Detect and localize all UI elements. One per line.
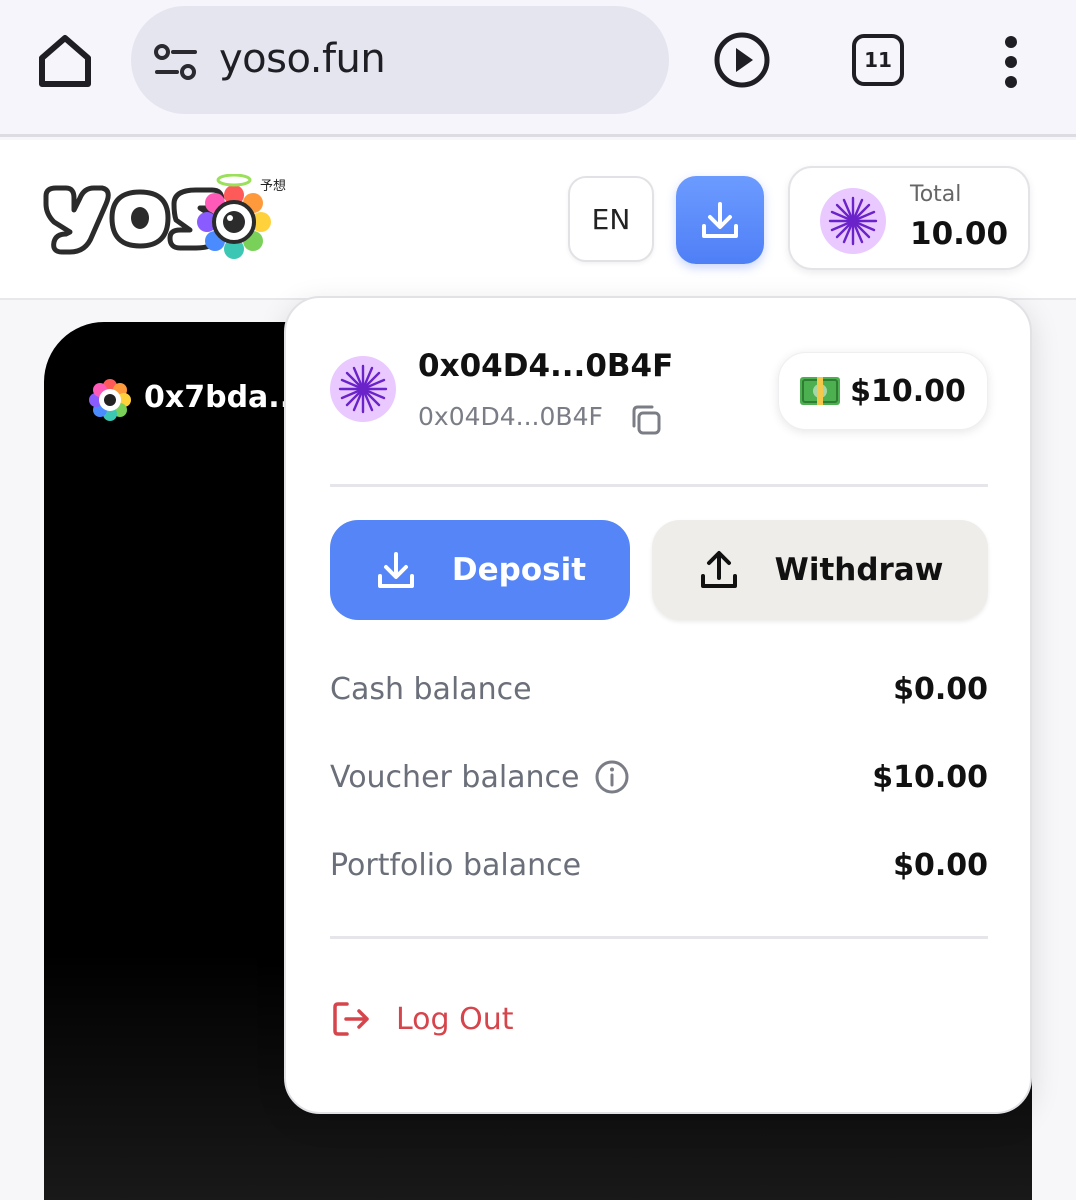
wallet-address-short: 0x04D4...0B4F (418, 402, 603, 431)
portfolio-balance-row: Portfolio balance $0.00 (330, 840, 988, 890)
download-icon (377, 552, 414, 588)
divider (330, 484, 988, 487)
app-header: 予想 EN Total 10.00 (0, 140, 1076, 300)
cash-balance-label: Cash balance (330, 671, 532, 707)
tab-count: 11 (864, 48, 892, 72)
card-address: 0x7bda... (144, 380, 303, 415)
upload-icon (700, 551, 737, 588)
wallet-address: 0x04D4...0B4F (418, 348, 674, 384)
media-button[interactable] (712, 30, 772, 90)
balance-amount: $10.00 (850, 373, 966, 409)
home-icon (39, 35, 91, 87)
info-icon[interactable] (594, 759, 630, 795)
portfolio-balance-value: $0.00 (893, 847, 988, 883)
home-button[interactable] (34, 30, 96, 92)
deposit-button[interactable]: Deposit (330, 520, 630, 620)
divider (330, 936, 988, 939)
tabs-icon[interactable]: 11 (852, 34, 904, 86)
voucher-balance-row: Voucher balance $10.00 (330, 752, 988, 802)
portfolio-balance-label: Portfolio balance (330, 847, 582, 883)
logo-subtext: 予想 (260, 178, 286, 194)
avatar (330, 356, 396, 422)
avatar (820, 188, 886, 254)
cash-balance-value: $0.00 (893, 671, 988, 707)
language-button[interactable]: EN (568, 176, 654, 262)
address-bar[interactable]: yoso.fun (131, 6, 669, 114)
withdraw-label: Withdraw (774, 552, 944, 588)
logout-button[interactable]: Log Out (330, 998, 514, 1040)
play-icon (714, 32, 770, 88)
more-vert-icon[interactable] (996, 34, 1026, 90)
voucher-balance-label-group: Voucher balance (330, 759, 630, 795)
balance-badge: $10.00 (778, 352, 988, 430)
voucher-balance-value: $10.00 (872, 759, 988, 795)
voucher-balance-label: Voucher balance (330, 759, 580, 795)
wallet-total-button[interactable]: Total 10.00 (788, 166, 1030, 270)
total-label: Total (910, 182, 962, 207)
user-avatar (89, 379, 131, 421)
logout-icon (333, 1002, 369, 1036)
browser-toolbar: yoso.fun 11 (0, 0, 1076, 137)
deposit-label: Deposit (451, 552, 587, 588)
total-value: 10.00 (910, 216, 1009, 252)
cash-icon (800, 377, 841, 405)
withdraw-button[interactable]: Withdraw (652, 520, 988, 620)
cash-balance-row: Cash balance $0.00 (330, 664, 988, 714)
copy-icon[interactable] (628, 402, 664, 438)
logout-label: Log Out (396, 1001, 514, 1037)
header-deposit-button[interactable] (676, 176, 764, 264)
download-icon (702, 202, 738, 238)
language-label: EN (591, 202, 631, 236)
url-text[interactable]: yoso.fun (219, 36, 386, 82)
wallet-menu: 0x04D4...0B4F 0x04D4...0B4F $10.00 Depos… (284, 296, 1032, 1114)
tune-icon[interactable] (153, 42, 199, 82)
yoso-logo[interactable]: 予想 (40, 174, 300, 264)
